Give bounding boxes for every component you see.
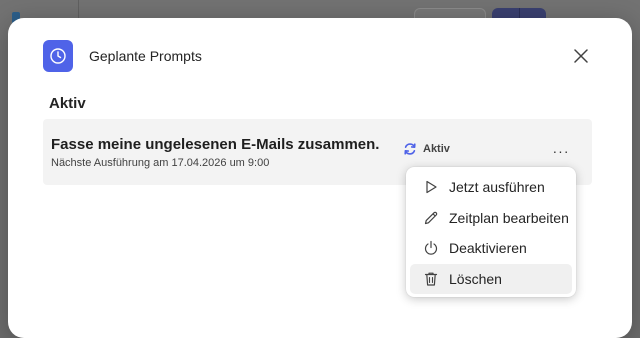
section-heading-active: Aktiv [49, 95, 86, 112]
close-button[interactable] [571, 46, 591, 66]
status-label: Aktiv [423, 143, 450, 155]
prompt-next-run: Nächste Ausführung am 17.04.2026 um 9:00 [51, 157, 270, 169]
menu-item-run-now[interactable]: Jetzt ausführen [410, 172, 572, 202]
menu-item-edit-schedule[interactable]: Zeitplan bearbeiten [410, 203, 572, 233]
menu-item-label: Zeitplan bearbeiten [449, 209, 569, 226]
menu-item-label: Jetzt ausführen [449, 179, 545, 195]
dialog-title: Geplante Prompts [89, 48, 202, 64]
prompt-title: Fasse meine ungelesenen E-Mails zusammen… [51, 136, 380, 153]
close-icon [574, 49, 588, 63]
menu-item-label: Löschen [449, 270, 502, 287]
pencil-icon [421, 208, 441, 228]
more-icon: ··· [552, 143, 570, 159]
more-options-button[interactable]: ··· [550, 140, 572, 162]
power-icon [421, 238, 441, 258]
menu-item-delete[interactable]: Löschen [410, 263, 572, 294]
sync-icon [404, 143, 416, 155]
prompt-context-menu: Jetzt ausführen Zeitplan bearbeiten Deak… [406, 167, 576, 297]
trash-icon [421, 269, 441, 289]
clock-icon [43, 40, 73, 72]
menu-item-label: Deaktivieren [449, 240, 527, 256]
menu-item-deactivate[interactable]: Deaktivieren [410, 233, 572, 263]
status-badge: Aktiv [403, 142, 450, 156]
play-icon [421, 177, 441, 197]
